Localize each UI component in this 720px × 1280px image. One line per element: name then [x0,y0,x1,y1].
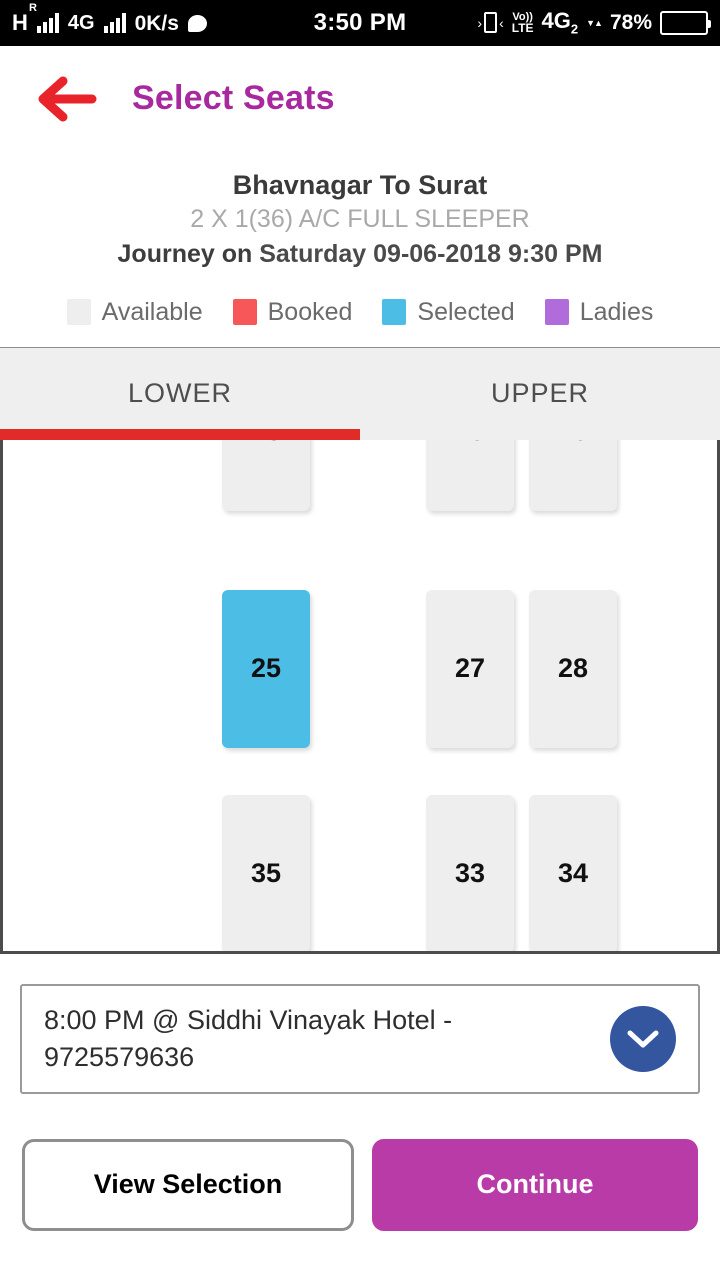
trip-info: Bhavnagar To Surat 2 X 1(36) A/C FULL SL… [0,151,720,272]
route-label: Bhavnagar To Surat [232,170,488,200]
sim2-network-icon: 4G2 [541,8,579,37]
view-selection-button[interactable]: View Selection [22,1138,354,1231]
seat-number-label: 34 [557,858,589,888]
vibrate-mode-icon: › ‹ [477,12,504,34]
seat-27[interactable]: 27 [426,589,514,748]
legend-swatch-selected [382,299,407,325]
seat-23[interactable]: 23 [222,439,310,511]
seat-legend: Available Booked Selected Ladies [0,272,720,347]
page-title: Select Seats [132,79,335,117]
hspa-roaming-icon: HR [12,2,37,35]
seat-map-container[interactable]: 23 19 20 25 27 28 35 33 34 [0,439,720,954]
app-bar: Select Seats [0,46,720,151]
legend-label-selected: Selected [417,297,515,326]
journey-prefix: Journey on [117,239,253,268]
arrow-left-icon [38,76,97,121]
legend-swatch-available [66,299,91,325]
journey-time: 9:30 PM [507,239,603,268]
seat-number-label: 20 [558,440,588,447]
legend-item-available: Available [66,297,203,327]
deck-tabs: LOWER UPPER [0,346,720,440]
seat-number-label: 23 [251,440,281,447]
boarding-point-label: 8:00 PM @ Siddhi Vinayak Hotel - 9725579… [44,1005,453,1072]
seat-number-label: 19 [455,440,485,447]
seat-grid: 23 19 20 25 27 28 35 33 34 [3,439,717,951]
legend-label-booked: Booked [267,297,353,326]
seat-number-label: 27 [454,653,486,683]
seat-selection-screen: HR 4G 0K/s 3:50 PM › ‹ Vo)) LTE 4G2 ▼▲ 78… [0,0,720,1280]
status-bar-right: › ‹ Vo)) LTE 4G2 ▼▲ 78% [477,8,711,37]
data-transfer-arrows-icon: ▼▲ [586,17,603,28]
status-bar: HR 4G 0K/s 3:50 PM › ‹ Vo)) LTE 4G2 ▼▲ 78… [0,0,720,46]
signal-bars-sim1-icon [36,13,59,33]
seat-33[interactable]: 33 [426,794,514,951]
seat-28[interactable]: 28 [529,589,617,748]
chat-bubble-icon [187,14,207,32]
legend-swatch-booked [232,299,257,325]
action-buttons: View Selection Continue [0,1094,720,1231]
seat-19[interactable]: 19 [426,439,514,511]
tab-upper-deck[interactable]: UPPER [360,348,720,440]
legend-label-available: Available [101,297,203,326]
back-button[interactable] [30,63,102,135]
status-bar-left: HR 4G 0K/s [12,2,207,35]
data-speed-label: 0K/s [134,11,179,35]
seat-25[interactable]: 25 [222,589,310,748]
legend-item-booked: Booked [232,297,353,327]
journey-date: Saturday 09-06-2018 [259,239,502,268]
battery-percent-label: 78% [609,11,652,35]
seat-number-label: 25 [250,653,282,683]
seat-34[interactable]: 34 [529,794,617,951]
legend-label-ladies: Ladies [579,297,654,326]
seat-20[interactable]: 20 [529,439,617,511]
boarding-point-selector[interactable]: 8:00 PM @ Siddhi Vinayak Hotel - 9725579… [20,983,700,1094]
legend-item-selected: Selected [382,297,515,327]
battery-icon [660,10,711,35]
chevron-down-icon [627,1030,659,1047]
seat-number-label: 35 [250,858,282,888]
tab-lower-deck[interactable]: LOWER [0,348,360,440]
bus-type-label: 2 X 1(36) A/C FULL SLEEPER [190,204,530,233]
network-type-label: 4G [67,12,95,34]
seat-number-label: 33 [454,858,486,888]
boarding-point-dropdown-button[interactable] [610,1005,676,1072]
legend-swatch-ladies [544,299,569,325]
seat-number-label: 28 [557,653,589,683]
seat-35[interactable]: 35 [222,794,310,951]
volte-icon: Vo)) LTE [511,11,534,35]
journey-label: Journey on Saturday 09-06-2018 9:30 PM [0,237,720,272]
continue-button[interactable]: Continue [372,1138,698,1231]
active-tab-indicator [0,428,360,440]
legend-item-ladies: Ladies [544,297,654,327]
signal-bars-sim2-icon [103,13,126,33]
